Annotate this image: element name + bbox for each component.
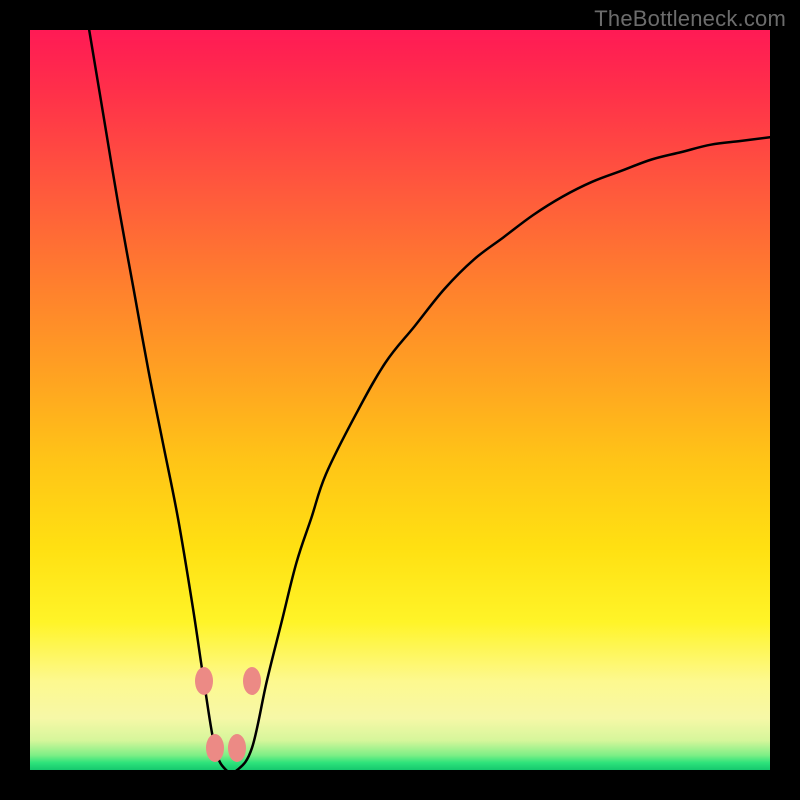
plot-area [30, 30, 770, 770]
bottleneck-curve [89, 30, 770, 770]
watermark-text: TheBottleneck.com [594, 6, 786, 32]
curve-layer [30, 30, 770, 770]
chart-frame: TheBottleneck.com [0, 0, 800, 800]
